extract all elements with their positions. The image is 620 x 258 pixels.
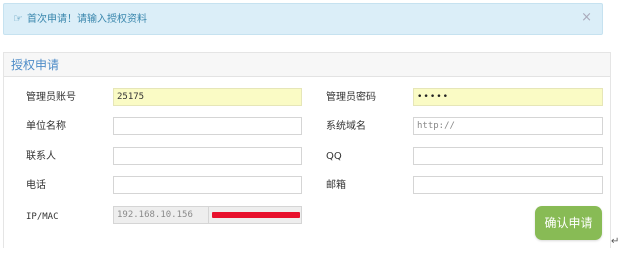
ip-address-field: 192.168.10.156 — [113, 206, 209, 224]
org-name-input[interactable] — [113, 117, 302, 135]
admin-account-label: 管理员账号 — [26, 92, 76, 103]
email-label: 邮箱 — [326, 180, 346, 191]
admin-password-label: 管理员密码 — [326, 92, 376, 103]
panel-header: 授权申请 — [4, 53, 610, 77]
domain-placeholder: http:// — [417, 121, 455, 131]
redaction-mark — [212, 212, 300, 218]
ipmac-label: IP/MAC — [26, 212, 59, 222]
phone-label: 电话 — [26, 180, 46, 191]
org-name-label: 单位名称 — [26, 121, 66, 132]
return-mark: ↵ — [611, 236, 620, 247]
notice-message: 首次申请！请输入授权资料 — [27, 14, 147, 25]
domain-input[interactable]: http:// — [413, 117, 603, 135]
qq-input[interactable] — [413, 147, 603, 165]
email-input[interactable] — [413, 176, 603, 194]
hand-pointer-right-icon: ☞ — [13, 12, 23, 25]
info-notice: ☞ 首次申请！请输入授权资料 × — [3, 3, 603, 35]
domain-label: 系统域名 — [326, 121, 366, 132]
admin-account-input[interactable]: 25175 — [113, 88, 302, 106]
close-icon[interactable]: × — [581, 11, 592, 25]
admin-password-input[interactable]: ••••• — [413, 88, 603, 106]
contact-label: 联系人 — [26, 151, 56, 162]
contact-input[interactable] — [113, 147, 302, 165]
password-dots: ••••• — [417, 92, 450, 102]
qq-label: QQ — [326, 151, 342, 162]
confirm-apply-button[interactable]: 确认申请 — [535, 206, 602, 240]
phone-input[interactable] — [113, 176, 302, 194]
panel-title: 授权申请 — [11, 58, 60, 72]
